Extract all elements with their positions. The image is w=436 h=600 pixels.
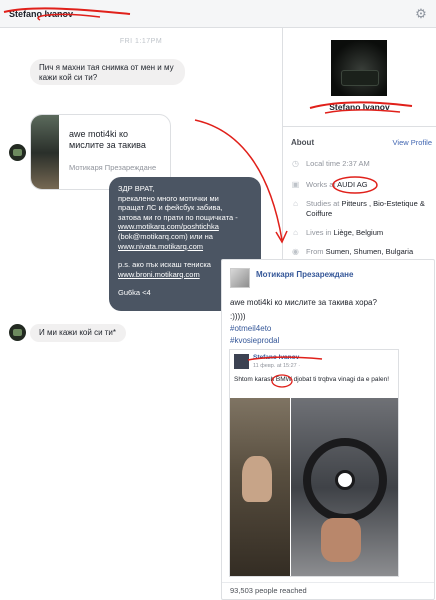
shared-photo-left[interactable] [230, 398, 290, 576]
info-label: Lives in [306, 228, 334, 237]
post-hashtag[interactable]: #kvosieprodal [230, 336, 279, 345]
about-heading: About [291, 138, 315, 147]
message-link[interactable]: www.motikarq.com/poshtichka [118, 222, 252, 232]
info-value[interactable]: Liège, Belgium [334, 228, 384, 237]
graduation-icon: ⌂ [293, 199, 298, 208]
info-label: Local time [306, 159, 343, 168]
shared-link-title: awe moti4ki ко мислите за такива [69, 129, 146, 150]
facebook-post: Мотикаря Презареждане awe moti4ki ко мис… [221, 259, 435, 600]
info-label: Works at [306, 180, 338, 189]
info-label: Studies at [306, 199, 342, 208]
pin-icon: ◉ [292, 247, 299, 256]
shared-post[interactable]: Stefano Ivanov 11 февр. at 15:27 · Shtom… [229, 349, 399, 577]
message-link[interactable]: www.nivata.motikarq.com [118, 242, 252, 252]
message-line: пращат ЛС и фейсбук забива, [118, 203, 223, 213]
conversation-header: Stefano Ivanov ⚙ [0, 0, 436, 28]
info-value[interactable]: Sumen, Shumen, Bulgaria [326, 247, 414, 256]
hand-with-money [321, 518, 361, 562]
post-text: awe moti4ki ко мислите за такива хора? [230, 298, 377, 307]
info-value: 2:37 AM [342, 159, 370, 168]
message-text: И ми кажи кой си ти* [39, 328, 116, 337]
post-author[interactable]: Мотикаря Презареждане [256, 270, 353, 279]
message-text: Пич я махни тая снимка от мен и му кажи … [39, 63, 174, 82]
conversation-title[interactable]: Stefano Ivanov [9, 9, 73, 19]
briefcase-icon: ▣ [291, 180, 300, 189]
sender-avatar[interactable] [9, 324, 26, 341]
shared-author-avatar [234, 354, 249, 369]
view-profile-link[interactable]: View Profile [393, 138, 432, 147]
divider [222, 582, 434, 583]
message-line: (bok@motikarq.com) или на [118, 231, 213, 241]
message-line: прекалено много мотички ми [118, 193, 219, 203]
shared-photo-right[interactable] [291, 398, 398, 576]
messenger-window: Stefano Ivanov ⚙ FRI 1:17PM Пич я махни … [0, 0, 436, 600]
incoming-message: Пич я махни тая снимка от мен и му кажи … [30, 59, 185, 85]
info-value[interactable]: AUDI AG [337, 180, 367, 189]
gear-icon[interactable]: ⚙ [414, 7, 428, 21]
profile-picture[interactable] [331, 40, 387, 96]
people-reached: 93,503 people reached [230, 586, 307, 595]
shared-author-name[interactable]: Stefano Ivanov [253, 354, 299, 361]
thread-timestamp: FRI 1:17PM [119, 38, 163, 45]
shared-link-source: Мотикаря Презареждане [69, 163, 157, 172]
shared-date: 11 февр. at 15:27 · [253, 363, 301, 369]
page-avatar[interactable] [230, 268, 250, 288]
info-label: From [306, 247, 326, 256]
post-hashtag[interactable]: #otmeil4eto [230, 324, 271, 333]
bmw-logo [335, 470, 355, 490]
post-smiley: :))))) [230, 312, 246, 321]
clock-icon: ◷ [292, 159, 299, 168]
incoming-message: И ми кажи кой си ти* [30, 324, 126, 342]
message-line: затова ми го прати по пощичката - [118, 212, 238, 222]
home-icon: ⌂ [293, 228, 298, 237]
sender-avatar[interactable] [9, 144, 26, 161]
shared-text: Shtom karash BMW djobat ti trqbva vinagi… [234, 376, 389, 383]
message-line: ЗДР ВРАТ, [118, 184, 155, 193]
shared-link-thumbnail [31, 115, 59, 189]
profile-name[interactable]: Stefano Ivanov [283, 102, 436, 112]
divider [283, 126, 436, 127]
